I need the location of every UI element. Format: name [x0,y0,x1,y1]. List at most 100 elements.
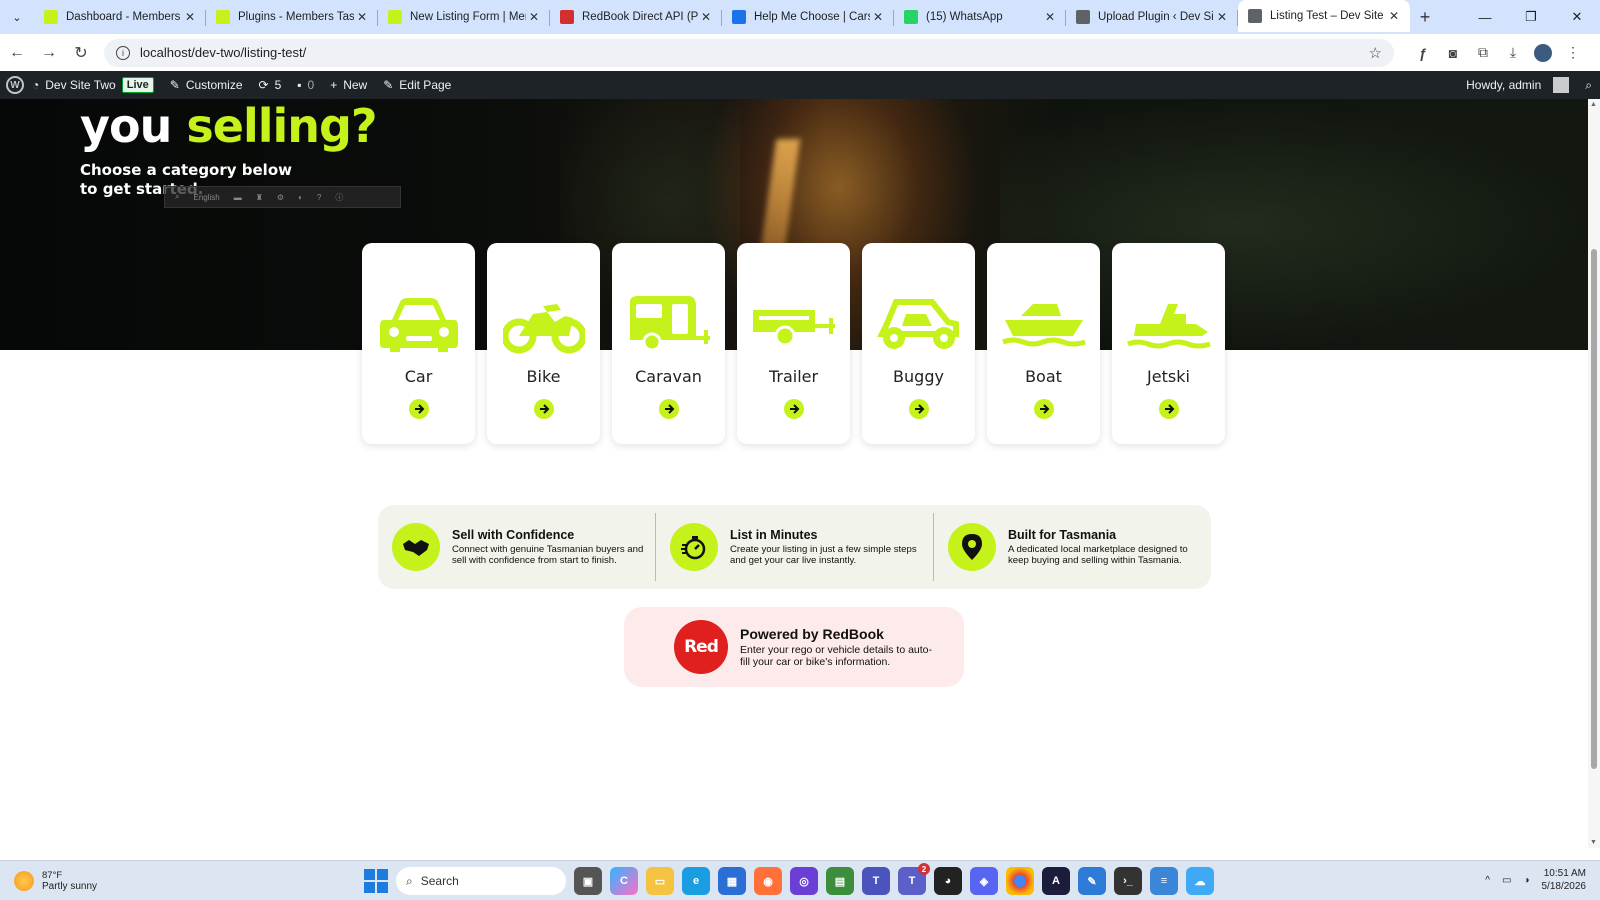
cloud-app-icon[interactable]: ☁ [1186,867,1214,895]
category-card-buggy[interactable]: Buggy [862,243,975,444]
notepad-icon[interactable]: ≡ [1150,867,1178,895]
reload-icon[interactable]: ↻ [66,38,96,68]
site-name-link[interactable]: ◔ Dev Site Two Live [24,71,162,99]
arrow-right-icon[interactable] [908,399,929,419]
browser-tab[interactable]: New Listing Form | Memb✕ [378,0,550,34]
browser-tab[interactable]: (15) WhatsApp ✕ [894,0,1066,34]
new-tab-button[interactable]: + [1410,0,1440,34]
address-bar[interactable]: i localhost/dev-two/listing-test/ ☆ [104,38,1394,67]
tab-title: (15) WhatsApp [926,11,1003,23]
extensions-puzzle-icon[interactable]: ⧉ [1468,38,1498,68]
my-account-link[interactable]: Howdy, admin [1458,71,1577,99]
app-purple-icon[interactable]: ◎ [790,867,818,895]
paint-icon[interactable]: ✎ [1078,867,1106,895]
browser-tab[interactable]: Plugins - Members Tasma✕ [206,0,378,34]
store-icon[interactable]: ▦ [718,867,746,895]
arrow-right-icon[interactable] [1158,399,1179,419]
weather-widget[interactable]: 87°F Partly sunny [14,870,134,892]
teams-work-icon[interactable]: T2 [898,863,930,895]
user-avatar [1553,77,1570,93]
category-card-boat[interactable]: Boat [987,243,1100,444]
close-tab-icon[interactable]: ✕ [526,10,542,24]
translate-speaker-icon[interactable]: ♜ [256,193,263,202]
translate-toolbar[interactable]: ⌕ English ▬ ♜ ⚙ ◐ ? ⓘ [164,186,401,208]
translate-minus-icon[interactable]: ▬ [234,193,242,202]
task-view-icon[interactable]: ▣ [574,867,602,895]
translate-gear-icon[interactable]: ⚙ [277,193,284,202]
translate-search-icon[interactable]: ⌕ [175,192,179,202]
close-tab-icon[interactable]: ✕ [870,10,886,24]
new-content-link[interactable]: + New [322,71,375,99]
restore-icon[interactable]: ❐ [1508,0,1554,34]
customize-link[interactable]: ✎ Customize [162,71,251,99]
close-window-icon[interactable]: ✕ [1554,0,1600,34]
translate-help-icon[interactable]: ? [317,193,321,202]
menu-kebab-icon[interactable]: ⋮ [1558,38,1588,68]
minimize-icon[interactable]: — [1462,0,1508,34]
discord-icon[interactable]: ◈ [970,867,998,895]
tray-chevron-icon[interactable]: ^ [1485,875,1490,886]
close-tab-icon[interactable]: ✕ [182,10,198,24]
close-tab-icon[interactable]: ✕ [354,10,370,24]
updates-link[interactable]: ⟳ 5 [251,71,290,99]
arrow-right-icon[interactable] [783,399,804,419]
close-tab-icon[interactable]: ✕ [698,10,714,24]
edit-page-link[interactable]: ✎ Edit Page [375,71,459,99]
feature-title: List in Minutes [730,527,818,542]
profile-avatar[interactable] [1534,43,1552,62]
back-icon[interactable]: ← [2,38,32,68]
browser-tab[interactable]: Listing Test – Dev Site Tw✕ [1238,0,1410,32]
chrome-icon[interactable] [1006,867,1034,895]
category-card-jetski[interactable]: Jetski [1112,243,1225,444]
copilot-icon[interactable]: C [610,867,638,895]
translate-edge-icon[interactable]: ◐ [298,193,303,202]
arc-app-icon[interactable]: A [1042,867,1070,895]
search-icon[interactable]: ⌕ [1577,71,1600,99]
car-icon [375,289,463,359]
arrow-right-icon[interactable] [1033,399,1054,419]
arrow-right-icon[interactable] [408,399,429,419]
page-scrollbar[interactable]: ▲ ▼ [1588,99,1600,848]
firefox-icon[interactable]: ◉ [754,867,782,895]
translate-language[interactable]: English [193,193,219,202]
file-explorer-icon[interactable]: ▭ [646,867,674,895]
github-icon[interactable]: ◕ [934,867,962,895]
category-card-bike[interactable]: Bike [487,243,600,444]
browser-tab[interactable]: Help Me Choose | Carsale✕ [722,0,894,34]
scroll-down-icon[interactable]: ▼ [1590,839,1597,846]
close-tab-icon[interactable]: ✕ [1214,10,1230,24]
network-icon[interactable]: ▭ [1502,875,1511,886]
category-card-car[interactable]: Car [362,243,475,444]
terminal-icon[interactable]: ›_ [1114,867,1142,895]
tab-search-icon[interactable]: ⌄ [0,0,34,34]
bookmark-star-icon[interactable]: ☆ [1369,44,1382,62]
browser-tab[interactable]: RedBook Direct API (Prod✕ [550,0,722,34]
chart-app-icon[interactable]: ▤ [826,867,854,895]
arrow-right-icon[interactable] [658,399,679,419]
scroll-up-icon[interactable]: ▲ [1590,101,1597,108]
close-tab-icon[interactable]: ✕ [1042,10,1058,24]
plus-icon: + [330,78,338,92]
close-tab-icon[interactable]: ✕ [1386,9,1402,23]
category-card-trailer[interactable]: Trailer [737,243,850,444]
category-card-caravan[interactable]: Caravan [612,243,725,444]
browser-tab[interactable]: Upload Plugin ‹ Dev Site T✕ [1066,0,1238,34]
extension-icon[interactable]: ƒ [1408,38,1438,68]
site-info-icon[interactable]: i [116,45,130,60]
download-icon[interactable]: ⤓ [1498,38,1528,68]
edge-icon[interactable]: e [682,867,710,895]
forward-icon[interactable]: → [34,38,64,68]
translate-info-icon[interactable]: ⓘ [335,192,343,203]
clock[interactable]: 10:51 AM 5/18/2026 [1542,867,1587,893]
wordpress-logo-icon[interactable]: W [6,76,24,94]
teams-icon[interactable]: T [862,867,890,895]
browser-tab[interactable]: Dashboard - Members Ta✕ [34,0,206,34]
camera-icon[interactable]: ◙ [1438,38,1468,68]
volume-icon[interactable]: ◑ [1523,875,1529,886]
comments-link[interactable]: ▪ 0 [289,71,322,99]
url-text[interactable]: localhost/dev-two/listing-test/ [140,45,1369,60]
scrollbar-thumb[interactable] [1591,249,1597,769]
start-windows-icon[interactable] [364,869,388,893]
taskbar-search[interactable]: ⌕ Search [396,867,566,895]
arrow-right-icon[interactable] [533,399,554,419]
